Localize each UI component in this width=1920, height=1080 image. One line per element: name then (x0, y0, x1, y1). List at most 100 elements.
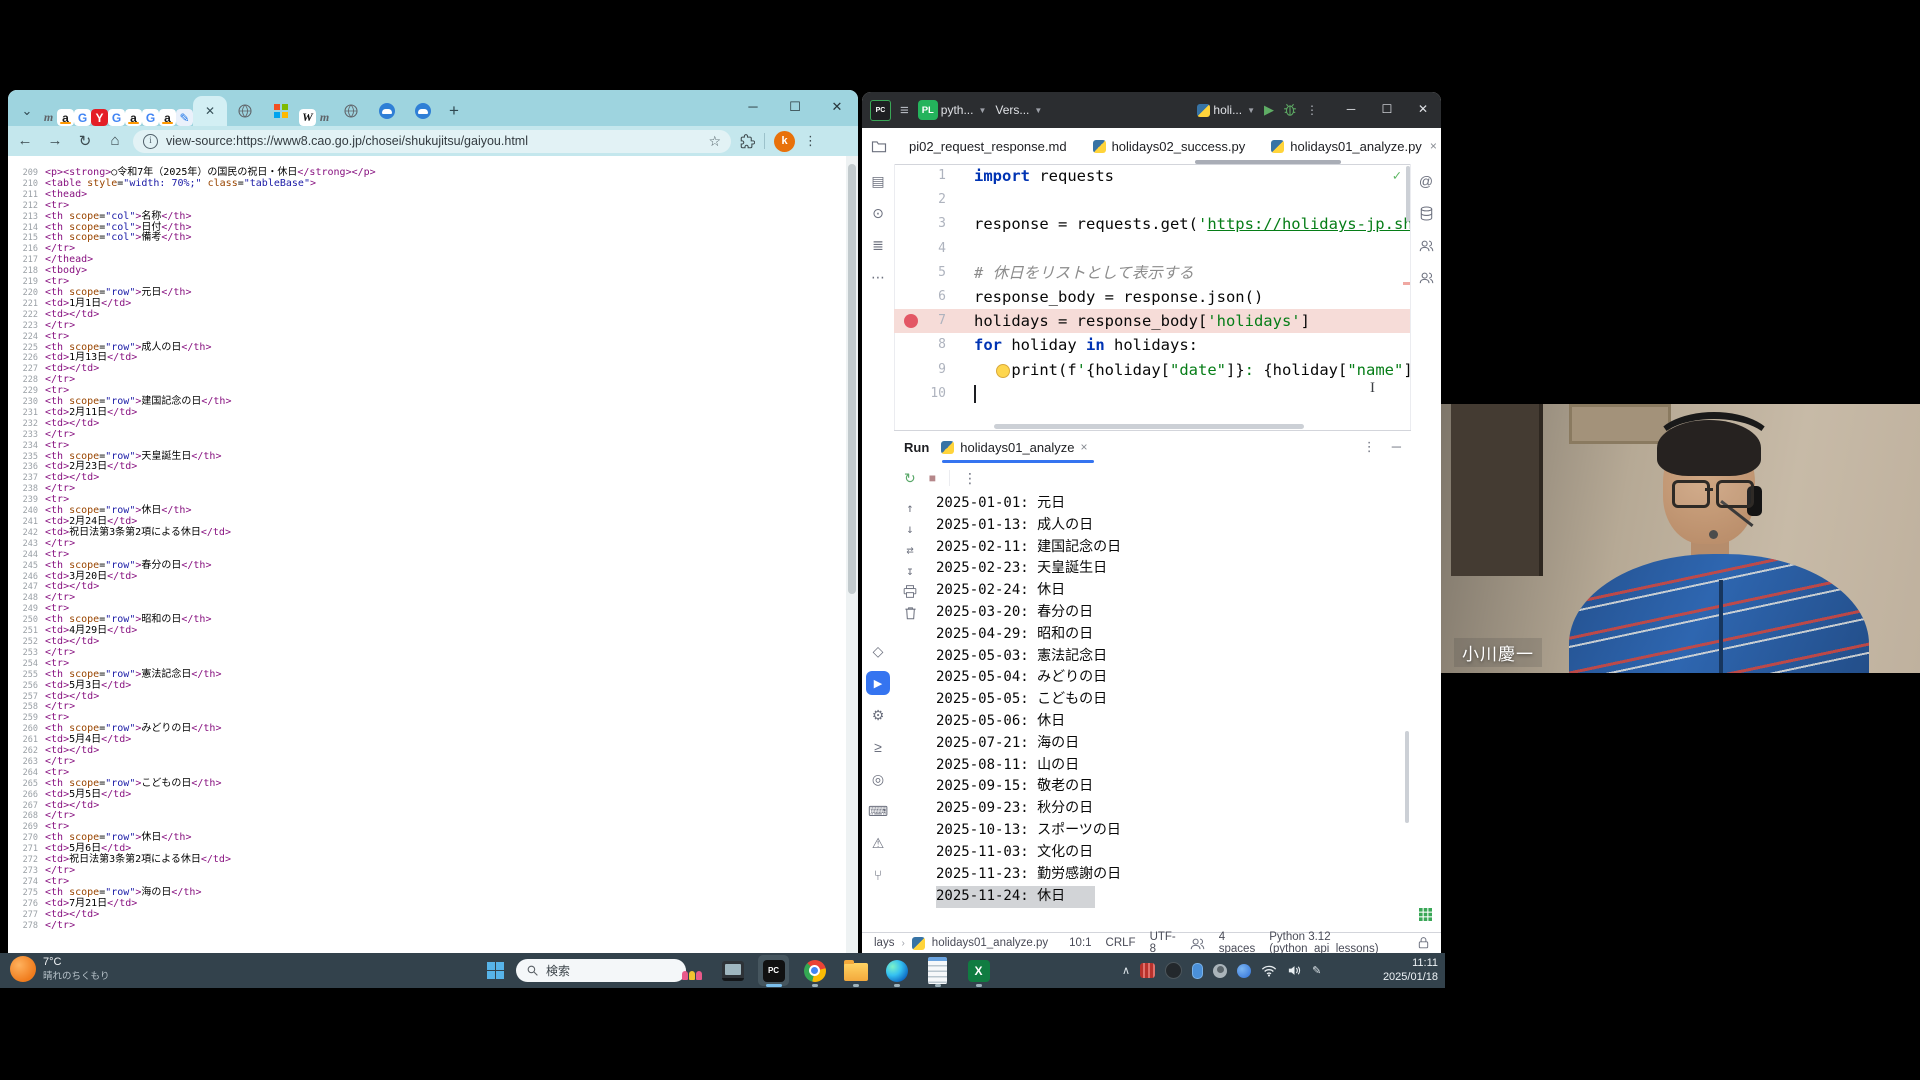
browser-scrollbar[interactable] (846, 156, 858, 953)
tab-editor-pen[interactable]: ✎ (176, 109, 193, 126)
tab-globe-1[interactable] (227, 96, 263, 126)
notepad-app-icon[interactable] (922, 955, 953, 987)
run-tool-icon[interactable]: ▶ (866, 671, 890, 695)
tab-new[interactable]: + (441, 96, 467, 126)
project-selector[interactable]: PL pyth... ▼ (917, 100, 986, 120)
stop-button[interactable]: ■ (929, 471, 936, 485)
intention-bulb-icon[interactable] (996, 363, 1010, 378)
tray-mic-icon[interactable] (1192, 962, 1204, 979)
run-button[interactable]: ▶ (1264, 102, 1274, 118)
ai-assistant-icon[interactable]: @ (1411, 166, 1441, 196)
explorer-app-icon[interactable] (840, 955, 871, 987)
tab-request-response-md[interactable]: pi02_request_response.md (896, 128, 1080, 164)
pycharm-minimize-button[interactable]: ─ (1333, 92, 1369, 128)
home-button[interactable]: ⌂ (106, 132, 124, 150)
weather-widget[interactable]: 7°C 晴れのちくもり (10, 956, 110, 982)
browser-scrollbar-thumb[interactable] (848, 164, 856, 594)
run-configuration-selector[interactable]: holi... ▼ (1197, 103, 1255, 117)
page-info-icon[interactable]: i (143, 133, 158, 149)
run-tab-holidays01-analyze[interactable]: holidays01_analyze × (941, 440, 1088, 455)
ime-pen-icon[interactable]: ✎ (1312, 964, 1321, 977)
clear-output-icon[interactable] (904, 604, 917, 621)
python-console-icon[interactable]: ≥ (863, 732, 893, 762)
url-text[interactable]: view-source:https://www8.cao.go.jp/chose… (166, 134, 528, 148)
status-segment[interactable]: UTF-8 (1150, 931, 1176, 953)
tab-active-viewsource[interactable]: ✕ (193, 96, 227, 126)
shared-indexes-icon[interactable] (1190, 937, 1205, 950)
debug-button[interactable] (1283, 103, 1297, 117)
tab-drive-2[interactable] (405, 96, 441, 126)
tab-holidays01-analyze[interactable]: holidays01_analyze.py × (1258, 128, 1441, 164)
project-folder-icon[interactable] (871, 140, 887, 153)
commit-tool-icon[interactable]: ⊙ (863, 198, 893, 228)
photos-app-icon[interactable] (676, 955, 707, 986)
run-console[interactable]: ↑ ↓ ⇄ ↧ 2025-01-01: 元日 2025-01-13: 成人の日 2025-… (894, 493, 1411, 917)
structure-tool-icon[interactable]: ≣ (863, 230, 893, 260)
browser-close-button[interactable]: ✕ (816, 90, 858, 126)
extensions-icon[interactable] (740, 133, 755, 149)
rerun-button[interactable]: ↻ (904, 470, 916, 487)
tab-close-icon[interactable]: × (1430, 139, 1437, 153)
tab-yahoo[interactable]: Y (91, 109, 108, 126)
status-segment[interactable]: 4 spaces (1219, 931, 1255, 953)
project-tool-icon[interactable]: ▤ (863, 166, 893, 196)
version-control-icon[interactable]: ⑂ (863, 860, 893, 890)
tab-wikipedia[interactable]: W (299, 109, 316, 126)
volume-icon[interactable] (1287, 964, 1302, 977)
scroll-to-end-icon[interactable]: ↧ (906, 562, 913, 579)
more-tools-icon[interactable]: ⋯ (863, 262, 893, 292)
tab-amazon-2[interactable]: a (125, 109, 142, 126)
run-tab-close-icon[interactable]: × (1080, 440, 1087, 454)
pycharm-app-icon[interactable]: PC (758, 955, 789, 987)
scroll-up-icon[interactable]: ↑ (906, 499, 913, 516)
tab-google-2[interactable]: G (108, 109, 125, 126)
run-panel-minimize-icon[interactable]: ─ (1392, 439, 1401, 455)
editor-hscrollbar[interactable] (994, 424, 1304, 429)
print-icon[interactable] (903, 583, 917, 600)
tab-microsoft[interactable] (263, 96, 299, 126)
status-segment[interactable]: CRLF (1106, 937, 1136, 949)
back-button[interactable]: ← (16, 132, 34, 150)
taskbar-clock[interactable]: 11:11 2025/01/18 (1378, 957, 1438, 984)
tab-globe-2[interactable] (333, 96, 369, 126)
scroll-down-icon[interactable]: ↓ (906, 520, 913, 537)
browser-minimize-button[interactable]: ─ (732, 90, 774, 126)
tab-google-3[interactable]: G (142, 109, 159, 126)
problems-icon[interactable]: ⚠ (863, 828, 893, 858)
excel-app-icon[interactable]: X (963, 955, 994, 987)
tray-expand-icon[interactable]: ∧ (1122, 964, 1130, 977)
run-panel-options-icon[interactable]: ⋮ (1363, 439, 1376, 455)
start-button[interactable] (487, 962, 504, 979)
taskbar-search[interactable]: 検索 (516, 959, 686, 982)
omnibox[interactable]: i view-source:https://www8.cao.go.jp/cho… (133, 129, 731, 153)
tab-amazon-3[interactable]: a (159, 109, 176, 126)
code-editor[interactable]: 1 ✓ import requests 2 3 response = requests.g… (894, 164, 1411, 430)
tab-drive-1[interactable] (369, 96, 405, 126)
browser-menu-icon[interactable]: ⋮ (804, 133, 817, 149)
terminal-icon[interactable]: ⌨ (863, 796, 893, 826)
breadcrumb-file[interactable]: holidays01_analyze.py (932, 937, 1048, 949)
breadcrumb[interactable]: lays (874, 937, 894, 949)
tab-m-2[interactable]: m (316, 109, 333, 126)
main-menu-icon[interactable]: ≡ (900, 102, 909, 119)
status-segment[interactable]: Python 3.12 (python_api_lessons) (1269, 931, 1404, 953)
collab-users-icon[interactable] (1411, 262, 1441, 292)
console-options-icon[interactable]: ⋮ (963, 470, 977, 487)
tray-user-icon[interactable] (1213, 963, 1228, 978)
tray-app-red-icon[interactable] (1140, 963, 1156, 978)
chrome-app-icon[interactable] (799, 955, 830, 987)
browser-maximize-button[interactable]: ☐ (774, 90, 816, 126)
plugin-grid-icon[interactable] (1419, 908, 1432, 921)
gradle-users-icon[interactable] (1411, 230, 1441, 260)
tab-search-chevron[interactable]: ⌄ (14, 96, 40, 126)
forward-button[interactable]: → (46, 132, 64, 150)
play-circle-icon[interactable]: ◎ (863, 764, 893, 794)
edge-app-icon[interactable] (881, 955, 912, 987)
console-scrollbar[interactable] (1405, 731, 1409, 823)
display-app-icon[interactable] (717, 955, 748, 986)
reload-button[interactable]: ↻ (76, 132, 94, 150)
services-icon[interactable]: ⚙ (863, 700, 893, 730)
tab-m-1[interactable]: m (40, 109, 57, 126)
status-segment[interactable]: 10:1 (1069, 937, 1091, 949)
lock-icon[interactable] (1418, 937, 1429, 949)
